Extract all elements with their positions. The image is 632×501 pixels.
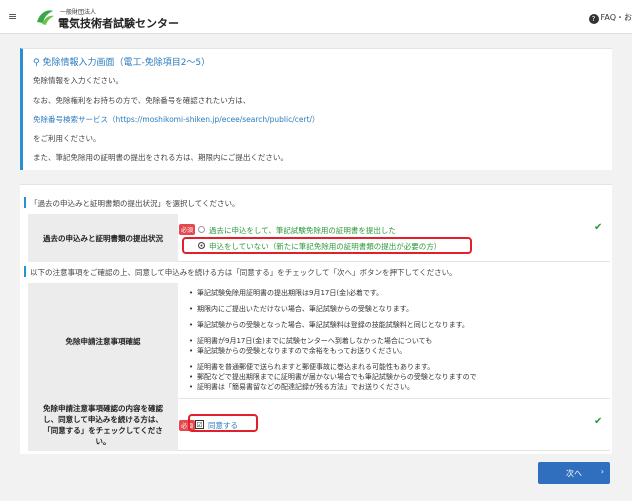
option-1-label[interactable]: 過去に申込をして、筆記試験免除用の証明書を提出した (209, 225, 396, 236)
hamburger-icon[interactable]: ≡ (8, 10, 17, 23)
radio-option-1[interactable] (198, 226, 205, 233)
exemption-search-link[interactable]: 免除番号検索サービス（https://moshikomi-shiken.jp/e… (33, 114, 320, 125)
notes-label: 免除申請注意事項確認 (28, 283, 178, 399)
note-item: 証明書を普通郵便で送られますと郵便事故に巻込まれる可能性もあります。 (189, 362, 434, 372)
top-bar: ≡ 一般財団法人 電気技術者試験センター ? FAQ・お (0, 0, 632, 34)
status-label: 過去の申込みと証明書類の提出状況 (28, 214, 178, 262)
exemption-info-panel: ⚲ 免除情報入力画面（電工-免除項目2～5） 免除情報を入力ください。 なお、免… (20, 48, 612, 170)
notes-instruction: 以下の注意事項をご確認の上、同意して申込みを続ける方は「同意する」をチェックして… (30, 268, 457, 277)
info-line-1: 免除情報を入力ください。 (33, 76, 123, 85)
info-line-3: をご利用ください。 (33, 134, 101, 143)
highlight-agree (188, 414, 258, 432)
note-item: 筆記試験からの受験となった場合、筆記試験料は登録の技能試験料と同じとなります。 (189, 320, 469, 330)
ecee-logo-icon (37, 10, 54, 25)
status-instruction: 「過去の申込みと証明書類の提出状況」を選択してください。 (30, 199, 240, 208)
instruction-bar (24, 197, 26, 208)
note-item: 証明書が9月17日(金)までに試験センターへ到着しなかった場合についても (189, 336, 432, 346)
faq-link[interactable]: ? FAQ・お (588, 12, 632, 24)
org-name: 電気技術者試験センター (58, 17, 179, 30)
required-badge: 必須 (179, 224, 196, 235)
note-item: 期限内にご提出いただけない場合、筆記試験からの受験となります。 (189, 304, 413, 314)
note-item: 筆記試験免除用証明書の提出期限は9月17日(金)必着です。 (189, 288, 383, 298)
note-item-cont: 郵配などで提出期限までに証明書が届かない場合でも筆記試験からの受験となりますので (189, 372, 477, 382)
agree-label: 免除申請注意事項確認の内容を確認 し、同意して申込みを続ける方は、 「同意する」… (28, 399, 178, 451)
instruction-bar-2 (24, 266, 26, 277)
info-line-2: なお、免除権利をお持ちの方で、免除番号を確認されたい方は、 (33, 96, 251, 105)
info-line-4: また、筆記免除用の証明書の提出をされる方は、期限内にご提出ください。 (33, 153, 288, 162)
note-item-cont: 筆記試験からの受験となりますので余裕をもってお送りください。 (189, 346, 406, 356)
chevron-right-icon: › (600, 467, 604, 476)
note-item-cont: 証明書は「簡易書留などの配達記録が残る方法」でお送りください。 (189, 382, 414, 392)
question-icon: ? (588, 14, 599, 24)
next-button[interactable]: 次へ › (538, 462, 610, 484)
highlight-option-2 (182, 237, 472, 254)
check-icon: ✔ (594, 222, 603, 233)
check-icon: ✔ (594, 416, 603, 427)
faq-label: FAQ・お (600, 13, 632, 22)
info-title: ⚲ 免除情報入力画面（電工-免除項目2～5） (33, 58, 211, 68)
